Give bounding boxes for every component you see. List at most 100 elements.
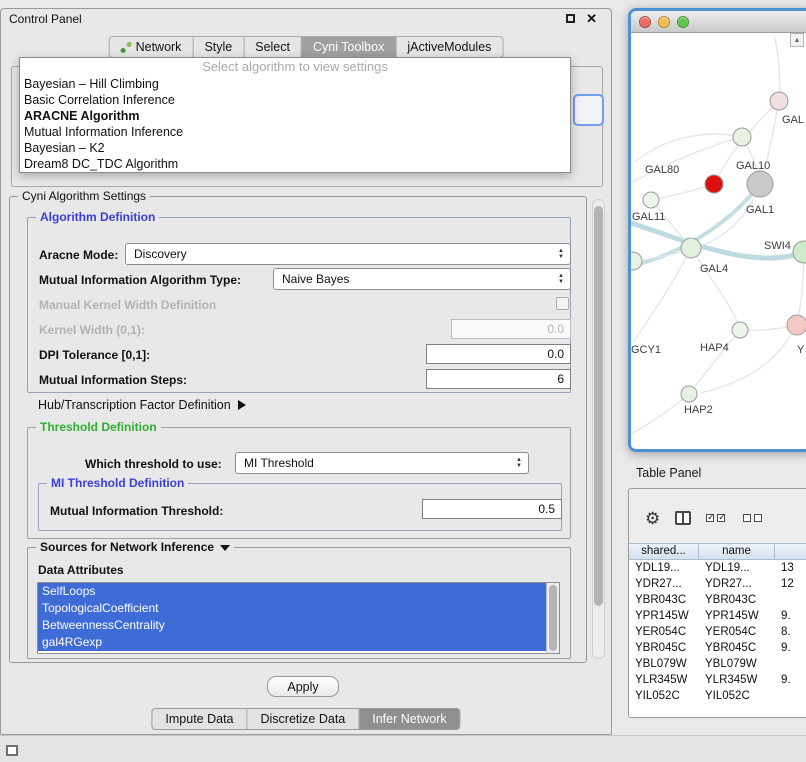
dpi-tolerance-label: DPI Tolerance [0,1]: <box>39 347 150 363</box>
tab-style[interactable]: Style <box>193 37 244 57</box>
scrollbar-thumb[interactable] <box>594 206 603 606</box>
network-edge[interactable] <box>633 394 689 433</box>
network-edge[interactable] <box>693 330 740 389</box>
node-label: Y <box>797 344 805 356</box>
table-cell: 8. <box>775 624 806 640</box>
apply-button[interactable]: Apply <box>267 676 339 697</box>
mi-steps-input[interactable]: 6 <box>426 369 571 389</box>
tab-network[interactable]: Network <box>110 37 194 57</box>
restore-panel-icon[interactable] <box>6 745 18 756</box>
network-edge[interactable] <box>701 325 797 393</box>
mi-type-select[interactable]: Naive Bayes ▲▼ <box>273 268 571 290</box>
aracne-mode-select[interactable]: Discovery ▲▼ <box>125 243 571 265</box>
network-node[interactable] <box>643 192 659 208</box>
threshold-type-value: MI Threshold <box>244 456 314 470</box>
table-row[interactable]: YER054CYER054C8. <box>629 624 806 640</box>
mi-steps-label: Mutual Information Steps: <box>39 372 187 388</box>
sources-title[interactable]: Sources for Network Inference <box>36 540 234 554</box>
table-header-cell[interactable]: shared... <box>629 544 699 559</box>
network-node[interactable] <box>631 252 642 270</box>
network-edge[interactable] <box>636 134 742 161</box>
minimize-window-icon[interactable] <box>658 16 670 28</box>
table-row[interactable]: YBL079WYBL079W <box>629 656 806 672</box>
desktop: Control Panel ✕ NetworkStyleSelectCyni T… <box>0 0 806 762</box>
attributes-scrollbar[interactable] <box>546 583 559 653</box>
table-header-cell[interactable]: name <box>699 544 775 559</box>
algorithm-option-basic-correlation-inference[interactable]: Basic Correlation Inference <box>20 92 570 108</box>
algorithm-option-bayesian-k2[interactable]: Bayesian – K2 <box>20 140 570 156</box>
bottom-tab-infer-network[interactable]: Infer Network <box>359 709 459 729</box>
table-row[interactable]: YLR345WYLR345W9. <box>629 672 806 688</box>
deselect-all-icon[interactable] <box>743 514 765 522</box>
table-cell: 9. <box>775 672 806 688</box>
network-scroll-arrow[interactable]: ▲ <box>790 33 804 47</box>
threshold-type-select[interactable]: MI Threshold ▲▼ <box>235 452 529 474</box>
network-node[interactable] <box>732 322 748 338</box>
tab-cyni-toolbox[interactable]: Cyni Toolbox <box>302 37 396 57</box>
bottom-tab-impute-data[interactable]: Impute Data <box>152 709 247 729</box>
table-row[interactable]: YDL19...YDL19...13 <box>629 560 806 576</box>
sources-group: Sources for Network Inference Data Attri… <box>27 547 571 659</box>
attribute-item-betweennesscentrality[interactable]: BetweennessCentrality <box>38 617 546 634</box>
dpi-tolerance-input[interactable]: 0.0 <box>426 344 571 364</box>
table-row[interactable]: YPR145WYPR145W9. <box>629 608 806 624</box>
network-node[interactable] <box>793 241 806 263</box>
table-row[interactable]: YBR043CYBR043C <box>629 592 806 608</box>
attribute-item-gal4rgexp[interactable]: gal4RGexp <box>38 634 546 651</box>
mi-threshold-input[interactable]: 0.5 <box>422 499 562 519</box>
zoom-window-icon[interactable] <box>677 16 689 28</box>
table-cell: 12 <box>775 576 806 592</box>
attribute-item-topologicalcoefficient[interactable]: TopologicalCoefficient <box>38 600 546 617</box>
attribute-item-selfloops[interactable]: SelfLoops <box>38 583 546 600</box>
network-edge[interactable] <box>631 137 742 183</box>
network-node[interactable] <box>787 315 806 335</box>
network-node[interactable] <box>770 92 788 110</box>
aracne-mode-value: Discovery <box>134 247 187 261</box>
node-label: SWI4 <box>764 240 791 252</box>
gear-icon[interactable]: ⚙ <box>645 510 660 527</box>
table-cell: YPR145W <box>699 608 775 624</box>
table-body: YDL19...YDL19...13YDR27...YDR27...12YBR0… <box>629 560 806 717</box>
combo-arrows-icon: ▲▼ <box>512 453 526 473</box>
tab-jactivemodules[interactable]: jActiveModules <box>396 37 502 57</box>
focused-button-fragment[interactable] <box>573 94 604 126</box>
network-canvas[interactable]: GALGAL80GAL10GAL11GAL1SWI4GAL4GCY1HAP4YH… <box>631 33 806 449</box>
network-node[interactable] <box>705 175 723 193</box>
scrollbar-thumb[interactable] <box>549 585 557 651</box>
network-node[interactable] <box>681 238 701 258</box>
threshold-type-label: Which threshold to use: <box>85 456 222 472</box>
close-window-icon[interactable] <box>639 16 651 28</box>
network-edge[interactable] <box>691 248 738 324</box>
kernel-width-input[interactable]: 0.0 <box>451 319 571 339</box>
bottom-tabs: Impute DataDiscretize DataInfer Network <box>151 708 460 730</box>
close-panel-icon[interactable]: ✕ <box>586 11 597 27</box>
network-node[interactable] <box>681 386 697 402</box>
table-cell: YER054C <box>629 624 699 640</box>
float-panel-icon[interactable] <box>566 14 575 23</box>
table-cell: YIL052C <box>699 688 775 704</box>
network-node[interactable] <box>733 128 751 146</box>
network-node[interactable] <box>747 171 773 197</box>
node-label: GAL10 <box>736 160 770 172</box>
network-view-window: GALGAL80GAL10GAL11GAL1SWI4GAL4GCY1HAP4YH… <box>628 8 806 452</box>
hub-definition-section[interactable]: Hub/Transcription Factor Definition <box>38 398 246 412</box>
algorithm-option-mutual-information-inference[interactable]: Mutual Information Inference <box>20 124 570 140</box>
algorithm-option-aracne-algorithm[interactable]: ARACNE Algorithm <box>20 108 570 124</box>
columns-icon[interactable] <box>675 511 691 525</box>
node-label: GAL11 <box>632 211 665 223</box>
settings-scrollbar[interactable] <box>592 199 605 659</box>
cyni-algorithm-settings-group: Cyni Algorithm Settings Algorithm Defini… <box>9 196 587 663</box>
bottom-tab-discretize-data[interactable]: Discretize Data <box>248 709 360 729</box>
table-cell: YBR043C <box>629 592 699 608</box>
network-window-titlebar[interactable] <box>631 11 806 33</box>
algorithm-option-bayesian-hill-climbing[interactable]: Bayesian – Hill Climbing <box>20 76 570 92</box>
select-all-icon[interactable] <box>706 514 728 522</box>
table-row[interactable]: YBR045CYBR045C9. <box>629 640 806 656</box>
algorithm-option-dream8-dc-tdc-algorithm[interactable]: Dream8 DC_TDC Algorithm <box>20 156 570 172</box>
table-header-cell[interactable] <box>775 544 806 559</box>
table-row[interactable]: YDR27...YDR27...12 <box>629 576 806 592</box>
tab-select[interactable]: Select <box>244 37 302 57</box>
table-cell: 9. <box>775 608 806 624</box>
manual-kernel-checkbox[interactable] <box>556 297 569 310</box>
table-row[interactable]: YIL052CYIL052C <box>629 688 806 704</box>
